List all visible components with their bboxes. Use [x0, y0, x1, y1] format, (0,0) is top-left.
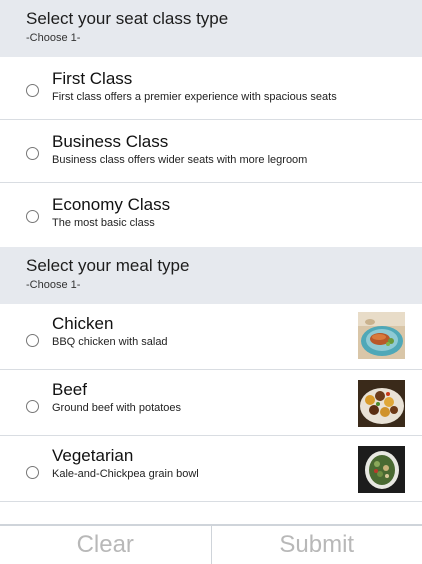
seat-option-first-class[interactable]: First Class First class offers a premier… — [0, 57, 422, 120]
seat-section-header: Select your seat class type -Choose 1- — [0, 0, 422, 57]
meal-section-title: Select your meal type — [26, 256, 190, 275]
meal-section: Select your meal type -Choose 1- Chicken… — [0, 247, 422, 502]
option-description: The most basic class — [52, 217, 155, 229]
chicken-salad-plate-image — [358, 312, 405, 359]
option-label: Economy Class — [52, 195, 171, 214]
seat-section-hint: -Choose 1- — [26, 32, 81, 44]
radio-button[interactable] — [26, 334, 39, 347]
radio-button[interactable] — [26, 400, 39, 413]
seat-option-business-class[interactable]: Business Class Business class offers wid… — [0, 120, 422, 183]
action-bar: Clear Submit — [0, 524, 422, 564]
radio-button[interactable] — [26, 466, 39, 479]
meal-section-header: Select your meal type -Choose 1- — [0, 247, 422, 304]
radio-button[interactable] — [26, 147, 39, 160]
submit-button[interactable]: Submit — [212, 526, 422, 564]
meal-section-hint: -Choose 1- — [26, 279, 81, 291]
seat-section-title: Select your seat class type — [26, 9, 229, 28]
option-label: First Class — [52, 69, 133, 88]
seat-option-economy-class[interactable]: Economy Class The most basic class — [0, 183, 422, 247]
meal-option-beef[interactable]: Beef Ground beef with potatoes — [0, 370, 422, 436]
meal-option-chicken[interactable]: Chicken BBQ chicken with salad — [0, 304, 422, 370]
meal-option-vegetarian[interactable]: Vegetarian Kale-and-Chickpea grain bowl — [0, 436, 422, 502]
radio-button[interactable] — [26, 84, 39, 97]
option-label: Business Class — [52, 132, 169, 151]
clear-button[interactable]: Clear — [0, 526, 211, 564]
option-description: First class offers a premier experience … — [52, 91, 337, 103]
radio-button[interactable] — [26, 210, 39, 223]
kale-chickpea-bowl-image — [358, 446, 405, 493]
beef-potatoes-dish-image — [358, 380, 405, 427]
seat-section: Select your seat class type -Choose 1- F… — [0, 0, 422, 247]
option-description: Business class offers wider seats with m… — [52, 154, 308, 166]
